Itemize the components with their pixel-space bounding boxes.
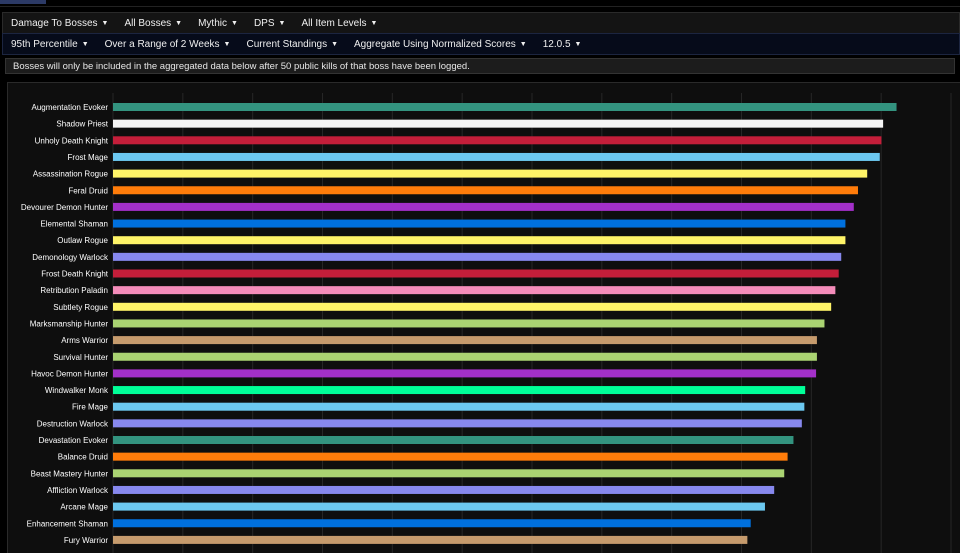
bar[interactable] xyxy=(113,402,805,411)
bar[interactable] xyxy=(113,186,858,195)
filter-label: 95th Percentile xyxy=(11,38,78,50)
chevron-down-icon: ▼ xyxy=(101,19,109,27)
filter-item-level-dropdown[interactable]: All Item Levels ▼ xyxy=(293,18,385,29)
category-label: Frost Mage xyxy=(68,153,109,162)
notice-text: Bosses will only be included in the aggr… xyxy=(13,61,470,72)
category-label: Augmentation Evoker xyxy=(32,103,109,112)
category-label: Subtlety Rogue xyxy=(53,303,108,312)
bar-chart: Augmentation Evoker Shadow Priest Unholy D… xyxy=(21,93,952,553)
filter-boss-dropdown[interactable]: All Bosses ▼ xyxy=(116,18,190,29)
bar[interactable] xyxy=(113,485,775,494)
bar[interactable] xyxy=(113,452,788,461)
filter-label: All Item Levels xyxy=(301,17,367,29)
chevron-down-icon: ▼ xyxy=(81,40,89,48)
chevron-down-icon: ▼ xyxy=(278,19,286,27)
filter-label: All Bosses xyxy=(124,17,172,29)
bar[interactable] xyxy=(113,252,842,261)
category-label: Survival Hunter xyxy=(53,353,108,362)
category-label: Arcane Mage xyxy=(60,503,108,512)
bar[interactable] xyxy=(113,386,806,395)
bar[interactable] xyxy=(113,103,897,111)
category-label: Havoc Demon Hunter xyxy=(31,369,108,378)
category-label: Outlaw Rogue xyxy=(57,236,108,245)
bar[interactable] xyxy=(113,502,765,511)
category-label: Beast Mastery Hunter xyxy=(31,469,109,478)
bar[interactable] xyxy=(113,219,846,228)
chevron-down-icon: ▼ xyxy=(223,40,231,48)
bar[interactable] xyxy=(113,152,880,161)
bar[interactable] xyxy=(113,119,884,128)
divider xyxy=(0,6,960,7)
bar[interactable] xyxy=(113,352,817,361)
category-label: Fire Mage xyxy=(72,403,109,412)
notice-banner: Bosses will only be included in the aggr… xyxy=(5,58,955,74)
bar[interactable] xyxy=(113,436,794,444)
category-label: Devourer Demon Hunter xyxy=(21,203,108,212)
category-label: Destruction Warlock xyxy=(37,419,109,428)
filter-range-dropdown[interactable]: Over a Range of 2 Weeks ▼ xyxy=(97,39,239,50)
bar[interactable] xyxy=(113,202,854,211)
chart-panel: Augmentation Evoker Shadow Priest Unholy D… xyxy=(7,82,960,553)
filter-bar-primary: Damage To Bosses ▼ All Bosses ▼ Mythic ▼ DP… xyxy=(2,12,960,34)
bar[interactable] xyxy=(113,136,882,145)
filter-label: Aggregate Using Normalized Scores xyxy=(354,38,516,50)
filter-label: Damage To Bosses xyxy=(11,17,98,29)
category-label: Shadow Priest xyxy=(56,120,108,129)
category-label: Enhancement Shaman xyxy=(27,519,108,528)
category-label: Devastation Evoker xyxy=(39,436,109,445)
bar[interactable] xyxy=(113,336,817,345)
filter-patch-dropdown[interactable]: 12.0.5 ▼ xyxy=(535,39,590,50)
filter-label: 12.0.5 xyxy=(542,38,571,50)
chevron-down-icon: ▼ xyxy=(370,19,378,27)
filter-metric-dropdown[interactable]: Damage To Bosses ▼ xyxy=(3,18,116,29)
category-label: Elemental Shaman xyxy=(40,220,108,229)
chevron-down-icon: ▼ xyxy=(519,40,527,48)
filter-bar-secondary: 95th Percentile ▼ Over a Range of 2 Weeks… xyxy=(2,33,960,55)
category-label: Feral Druid xyxy=(68,186,108,195)
category-label: Demonology Warlock xyxy=(32,253,109,262)
nav-tab-fragment[interactable] xyxy=(0,0,46,4)
bar[interactable] xyxy=(113,236,846,245)
filter-difficulty-dropdown[interactable]: Mythic ▼ xyxy=(190,18,246,29)
chevron-down-icon: ▼ xyxy=(231,19,238,27)
category-label: Frost Death Knight xyxy=(41,270,108,279)
category-label: Marksmanship Hunter xyxy=(30,319,109,328)
category-label: Fury Warrior xyxy=(64,536,108,545)
bar[interactable] xyxy=(113,319,825,328)
bar[interactable] xyxy=(113,469,785,478)
category-label: Assassination Rogue xyxy=(33,170,109,179)
bar[interactable] xyxy=(113,419,802,428)
filter-role-dropdown[interactable]: DPS ▼ xyxy=(246,18,294,29)
category-label: Affliction Warlock xyxy=(47,486,109,495)
bar[interactable] xyxy=(113,169,868,178)
chevron-down-icon: ▼ xyxy=(574,40,582,48)
filter-aggregate-dropdown[interactable]: Aggregate Using Normalized Scores ▼ xyxy=(346,39,535,50)
category-label: Arms Warrior xyxy=(61,336,108,345)
filter-percentile-dropdown[interactable]: 95th Percentile ▼ xyxy=(3,39,97,50)
bar[interactable] xyxy=(113,302,832,311)
category-label: Unholy Death Knight xyxy=(35,136,109,145)
category-label: Retribution Paladin xyxy=(40,286,108,295)
filter-label: Mythic xyxy=(198,17,227,29)
category-label: Windwalker Monk xyxy=(45,386,109,395)
chevron-down-icon: ▼ xyxy=(175,19,183,27)
top-strip xyxy=(0,0,960,8)
chevron-down-icon: ▼ xyxy=(331,40,339,48)
filter-label: Current Standings xyxy=(246,38,328,50)
bar[interactable] xyxy=(113,269,839,278)
bar[interactable] xyxy=(113,286,836,295)
bar[interactable] xyxy=(113,519,751,528)
filter-label: Over a Range of 2 Weeks xyxy=(104,38,220,50)
filter-standings-dropdown[interactable]: Current Standings ▼ xyxy=(238,39,346,50)
category-label: Balance Druid xyxy=(58,453,108,462)
filter-label: DPS xyxy=(253,17,275,29)
bar[interactable] xyxy=(113,369,817,378)
